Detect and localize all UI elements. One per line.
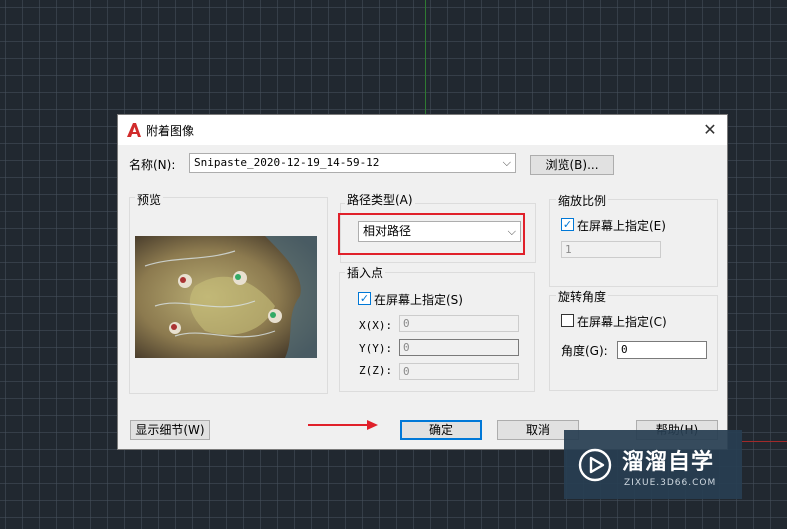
preview-image (135, 236, 317, 358)
autocad-logo-icon (127, 123, 141, 137)
preview-label: 预览 (135, 191, 164, 208)
x-axis-line (742, 441, 787, 442)
name-label: 名称(N): (129, 158, 176, 172)
name-combobox[interactable]: Snipaste_2020-12-19_14-59-12 ⌵ (189, 153, 516, 173)
attach-image-dialog: 附着图像 ✕ 名称(N): Snipaste_2020-12-19_14-59-… (117, 114, 728, 450)
x-field[interactable]: 0 (399, 315, 519, 332)
z-label: Z(Z): (359, 364, 393, 377)
watermark-brand: 溜溜自学 (622, 450, 715, 475)
close-button[interactable]: ✕ (697, 117, 723, 143)
x-label: X(X): (359, 319, 393, 332)
scale-specify-label: 在屏幕上指定(E) (577, 219, 666, 233)
dialog-titlebar: 附着图像 ✕ (118, 115, 727, 145)
rotation-specify-label: 在屏幕上指定(C) (577, 315, 667, 329)
browse-button-label: 浏览(B)... (545, 158, 599, 172)
angle-label: 角度(G): (561, 344, 608, 358)
rotation-specify-checkbox[interactable] (561, 314, 574, 327)
insertion-specify-checkbox[interactable]: ✓ (358, 292, 371, 305)
scale-field[interactable]: 1 (561, 241, 661, 258)
y-field[interactable]: 0 (399, 339, 519, 356)
dialog-title: 附着图像 (146, 124, 195, 138)
y-label: Y(Y): (359, 342, 393, 355)
red-arrow-annotation (308, 420, 378, 430)
scale-specify-checkbox[interactable]: ✓ (561, 218, 574, 231)
path-type-label: 路径类型(A) (345, 191, 415, 208)
insertion-point-label: 插入点 (345, 264, 386, 281)
watermark-url: ZIXUE.3D66.COM (624, 478, 717, 488)
play-logo-icon (578, 448, 612, 482)
highlight-box (338, 213, 525, 255)
browse-button[interactable]: 浏览(B)... (530, 155, 614, 175)
show-details-button[interactable]: 显示细节(W) (130, 420, 210, 440)
ok-button[interactable]: 确定 (400, 420, 482, 440)
watermark-badge: 溜溜自学 ZIXUE.3D66.COM (564, 430, 742, 499)
name-value: Snipaste_2020-12-19_14-59-12 (194, 156, 380, 169)
scale-label: 缩放比例 (556, 192, 609, 209)
insertion-specify-label: 在屏幕上指定(S) (374, 293, 463, 307)
angle-field[interactable]: 0 (617, 341, 707, 359)
rotation-label: 旋转角度 (556, 288, 609, 305)
y-axis-line (425, 0, 426, 115)
chevron-down-icon: ⌵ (502, 156, 511, 169)
z-field[interactable]: 0 (399, 363, 519, 380)
